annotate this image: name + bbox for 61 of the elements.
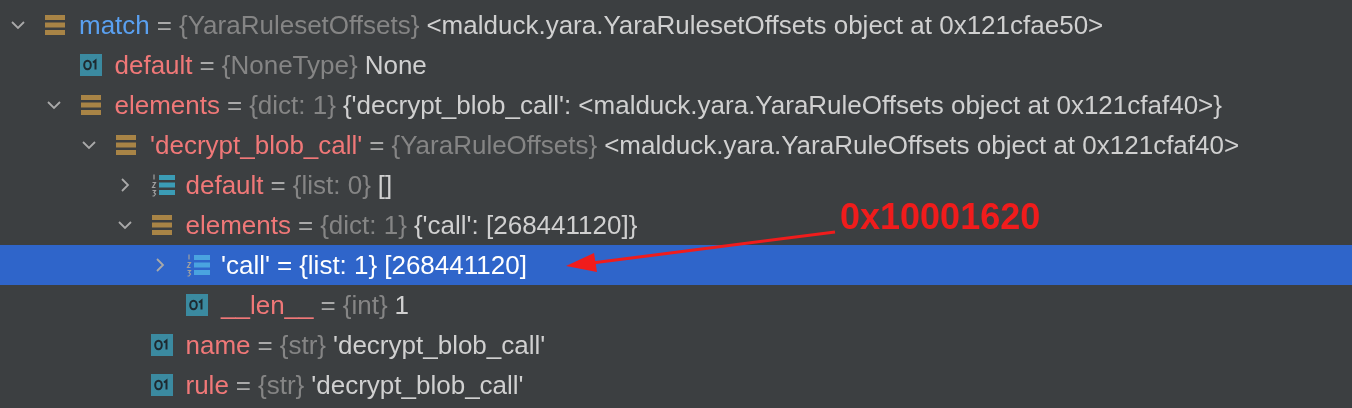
variable-value: 'decrypt_blob_call' (311, 369, 524, 401)
variable-name: 'decrypt_blob_call' (150, 129, 363, 161)
variable-name: elements (185, 209, 291, 241)
variable-type: {list: 0} (292, 169, 371, 201)
equals-sign: = (199, 49, 215, 81)
list-icon (150, 173, 175, 197)
list-icon (186, 253, 210, 277)
variable-type: {dict: 1} (249, 89, 336, 121)
equals-sign: = (257, 329, 273, 361)
tree-row[interactable]: default = {NoneType} None (0, 45, 427, 85)
tree-row[interactable]: match = {YaraRulesetOffsets} <malduck.yara.YaraRulesetOffsets object at 0x121cfae50> (0, 5, 1104, 45)
variable-type: {list: 1} (299, 249, 378, 281)
variable-value: None (364, 49, 427, 81)
variable-value: {'decrypt_blob_call': <malduck.yara.YaraRuleOffsets object at 0x121cfaf40>} (342, 89, 1222, 121)
tree-row[interactable]: rule = {str} 'decrypt_blob_call' (0, 365, 524, 405)
equals-sign: = (270, 169, 286, 201)
value-icon (186, 294, 208, 316)
equals-sign: = (276, 249, 293, 281)
variable-value: <malduck.yara.YaraRulesetOffsets object at 0x121cfae50> (426, 9, 1104, 41)
variable-type: {int} (342, 289, 388, 321)
variable-type: {str} (279, 329, 326, 361)
object-icon (44, 14, 66, 36)
tree-row[interactable]: default = {list: 0} [] (0, 165, 393, 205)
variable-type: {YaraRuleOffsets} (391, 129, 598, 161)
equals-sign: = (298, 209, 314, 241)
variable-type: {NoneType} (221, 49, 358, 81)
tree-row[interactable]: __len__ = {int} 1 (0, 285, 410, 325)
tree-row[interactable]: elements = {dict: 1} {'decrypt_blob_call': <malduck.yara.YaraRuleOffsets object at 0x121cfaf40>} (0, 85, 1222, 125)
variable-value: 'decrypt_blob_call' (333, 329, 546, 361)
variable-name: __len__ (221, 289, 314, 321)
tree-row[interactable]: name = {str} 'decrypt_blob_call' (0, 325, 546, 365)
variable-name: match (79, 9, 150, 41)
equals-sign: = (235, 369, 252, 401)
variable-name: name (185, 329, 251, 361)
variable-name: rule (185, 369, 229, 401)
variable-value: 1 (394, 289, 410, 321)
variable-type: {YaraRulesetOffsets} (179, 9, 420, 41)
value-icon (79, 54, 102, 76)
equals-sign: = (369, 129, 385, 161)
tree-row[interactable]: elements = {dict: 1} {'call': [268441120]} (0, 205, 638, 245)
variable-value: [] (377, 169, 393, 201)
equals-sign: = (156, 9, 172, 41)
tree-row[interactable]: 'call' = {list: 1} [268441120] (0, 245, 1352, 285)
variable-name: 'call' (221, 249, 270, 281)
equals-sign: = (320, 289, 336, 321)
value-icon (150, 374, 173, 396)
value-icon (150, 334, 173, 356)
variable-value: <malduck.yara.YaraRuleOffsets object at 0x121cfaf40> (604, 129, 1240, 161)
object-icon (150, 214, 173, 236)
variable-name: default (114, 49, 193, 81)
object-icon (79, 94, 102, 116)
object-icon (115, 134, 137, 156)
equals-sign: = (227, 89, 243, 121)
variable-name: elements (114, 89, 220, 121)
variable-type: {dict: 1} (320, 209, 407, 241)
variable-name: default (185, 169, 264, 201)
variable-value: {'call': [268441120]} (413, 209, 638, 241)
variable-type: {str} (258, 369, 305, 401)
variable-value: [268441120] (384, 249, 527, 281)
tree-row[interactable]: 'decrypt_blob_call' = {YaraRuleOffsets} <malduck.yara.YaraRuleOffsets object at 0x121cfaf40> (0, 125, 1240, 165)
annotation-label: 0x10001620 (840, 196, 1041, 238)
